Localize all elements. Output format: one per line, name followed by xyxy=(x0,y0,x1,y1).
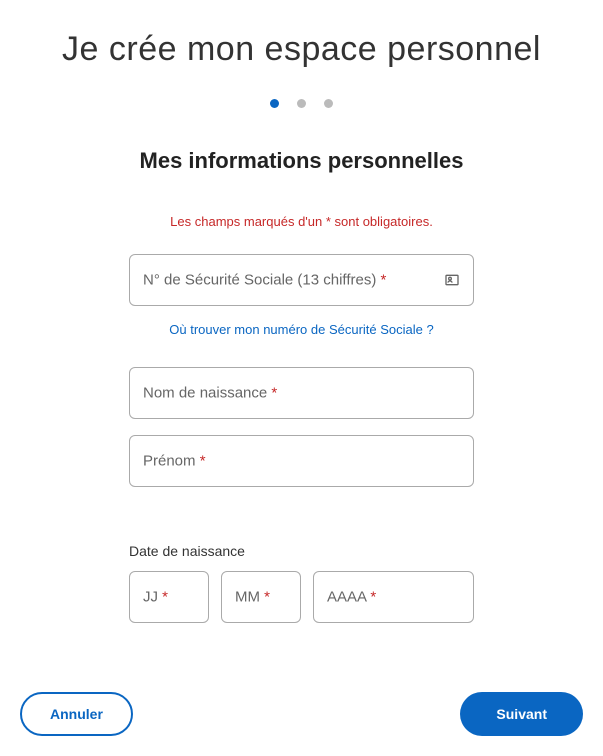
day-input[interactable] xyxy=(129,571,209,623)
next-button[interactable]: Suivant xyxy=(460,692,583,736)
birth-date-label: Date de naissance xyxy=(129,543,474,559)
year-input[interactable] xyxy=(313,571,474,623)
contact-card-icon xyxy=(444,272,460,288)
section-title: Mes informations personnelles xyxy=(20,148,583,174)
form-container: N° de Sécurité Sociale (13 chiffres) * O… xyxy=(129,254,474,623)
year-input-wrapper: AAAA * xyxy=(313,571,474,623)
step-dot-1 xyxy=(270,99,279,108)
birth-name-input-wrapper: Nom de naissance * xyxy=(129,367,474,419)
required-notice: Les champs marqués d'un * sont obligatoi… xyxy=(20,214,583,229)
ssn-input[interactable] xyxy=(129,254,474,306)
ssn-help-link[interactable]: Où trouver mon numéro de Sécurité Social… xyxy=(129,322,474,337)
step-dot-3 xyxy=(324,99,333,108)
month-input[interactable] xyxy=(221,571,301,623)
page-title: Je crée mon espace personnel xyxy=(20,30,583,69)
month-input-wrapper: MM * xyxy=(221,571,301,623)
day-input-wrapper: JJ * xyxy=(129,571,209,623)
step-dot-2 xyxy=(297,99,306,108)
stepper xyxy=(20,99,583,108)
birth-name-input[interactable] xyxy=(129,367,474,419)
first-name-input[interactable] xyxy=(129,435,474,487)
first-name-input-wrapper: Prénom * xyxy=(129,435,474,487)
cancel-button[interactable]: Annuler xyxy=(20,692,133,736)
birth-date-row: JJ * MM * AAAA * xyxy=(129,571,474,623)
ssn-input-wrapper: N° de Sécurité Sociale (13 chiffres) * xyxy=(129,254,474,306)
button-row: Annuler Suivant xyxy=(20,692,583,736)
